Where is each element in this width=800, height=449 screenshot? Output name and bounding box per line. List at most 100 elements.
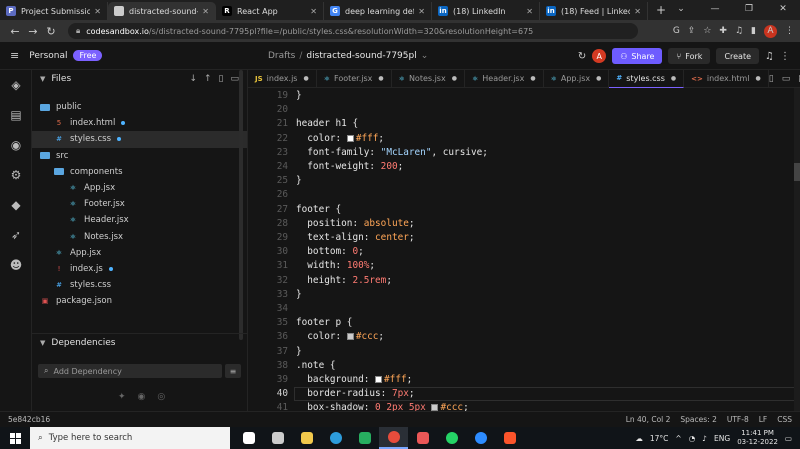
color-swatch[interactable]: [375, 376, 383, 383]
close-tab-dot-icon[interactable]: ●: [596, 75, 601, 82]
file-item[interactable]: ⚛ Header.jsx: [32, 212, 247, 228]
breadcrumb-drafts[interactable]: Drafts: [268, 51, 295, 61]
download-icon[interactable]: ↓: [189, 74, 197, 84]
browser-tab[interactable]: distracted-sound-779 ✕: [108, 2, 216, 20]
clock[interactable]: 11:41 PM 03-12-2022: [737, 429, 778, 447]
profile-avatar[interactable]: A: [764, 24, 777, 38]
browser-tab[interactable]: in (18) Feed | LinkedIn ✕: [540, 2, 648, 20]
taskbar-app-whatsapp[interactable]: [437, 427, 466, 449]
close-tab-icon[interactable]: ✕: [418, 7, 425, 16]
file-item[interactable]: # styles.css: [32, 277, 247, 293]
file-item[interactable]: ▣ package.json: [32, 293, 247, 309]
editor-tab[interactable]: JS index.js ●: [248, 69, 317, 88]
commit-hash[interactable]: 5e842cb16: [8, 415, 50, 424]
browser-tab[interactable]: R React App ✕: [216, 2, 324, 20]
notifications-bell-icon[interactable]: ♫: [765, 51, 774, 62]
file-item[interactable]: ! index.js: [32, 261, 247, 277]
maximize-icon[interactable]: ❐: [732, 0, 766, 20]
new-folder-icon[interactable]: ▭: [230, 74, 239, 84]
github-icon[interactable]: ◆: [0, 190, 32, 220]
editor-scroll-thumb[interactable]: [794, 163, 800, 181]
close-tab-icon[interactable]: ✕: [634, 7, 641, 16]
fork-button[interactable]: ⑂ Fork: [668, 48, 711, 64]
taskbar-app-chrome[interactable]: [379, 427, 408, 449]
cube-icon[interactable]: ◈: [0, 70, 32, 100]
browser-tab[interactable]: in (18) LinkedIn ✕: [432, 2, 540, 20]
chevron-down-icon[interactable]: ⌄: [664, 0, 698, 20]
github-icon[interactable]: ◉: [138, 392, 146, 402]
close-tab-dot-icon[interactable]: ●: [671, 75, 676, 82]
close-tab-dot-icon[interactable]: ●: [303, 75, 308, 82]
input-language[interactable]: ENG: [714, 434, 730, 443]
file-item[interactable]: 5 index.html: [32, 115, 247, 131]
sidebar-scrollbar[interactable]: [239, 70, 243, 340]
browser-tab[interactable]: Gdeep learning definiti ✕: [324, 2, 432, 20]
folder-item[interactable]: public: [32, 99, 247, 115]
close-tab-icon[interactable]: ✕: [310, 7, 317, 16]
new-file-icon[interactable]: ▯: [219, 74, 224, 84]
editor-tab[interactable]: ⚛ Header.jsx ●: [465, 69, 544, 88]
close-tab-icon[interactable]: ✕: [526, 7, 533, 16]
temperature[interactable]: 17°C: [650, 434, 669, 443]
settings-gear-icon[interactable]: ⚙: [0, 160, 32, 190]
browser-tab[interactable]: P Project Submission Fo ✕: [0, 2, 108, 20]
media-control-icon[interactable]: ♫: [735, 26, 743, 36]
close-tab-icon[interactable]: ✕: [202, 7, 209, 16]
close-tab-dot-icon[interactable]: ●: [530, 75, 535, 82]
editor-tab[interactable]: <> index.html ●: [684, 69, 769, 88]
chevron-down-icon[interactable]: ⌄: [421, 51, 429, 61]
close-tab-dot-icon[interactable]: ●: [378, 75, 383, 82]
back-icon[interactable]: ←: [6, 25, 24, 38]
volume-icon[interactable]: ♪: [702, 434, 707, 443]
taskbar-app-brave[interactable]: [495, 427, 524, 449]
file-item[interactable]: ⚛ App.jsx: [32, 245, 247, 261]
live-users-icon[interactable]: ☻: [0, 250, 32, 280]
more-menu-icon[interactable]: ⋮: [785, 26, 794, 36]
taskbar-app-task-view[interactable]: [234, 427, 263, 449]
close-tab-dot-icon[interactable]: ●: [756, 75, 761, 82]
network-icon[interactable]: ◔: [689, 434, 696, 443]
language-mode[interactable]: CSS: [777, 415, 792, 424]
workspace-name[interactable]: Personal: [29, 51, 67, 61]
search-icon[interactable]: ◉: [0, 130, 32, 160]
notification-icon[interactable]: ▭: [785, 434, 792, 443]
discord-icon[interactable]: ◎: [157, 392, 165, 402]
taskbar-app-file-explorer[interactable]: [292, 427, 321, 449]
more-options-icon[interactable]: ⋮: [780, 51, 790, 62]
taskbar-app-media[interactable]: [408, 427, 437, 449]
color-swatch[interactable]: [346, 333, 354, 341]
file-item[interactable]: ⚛ Footer.jsx: [32, 196, 247, 212]
cursor-position[interactable]: Ln 40, Col 2: [626, 415, 671, 424]
side-panel-icon[interactable]: ▮: [751, 26, 756, 36]
preview-icon[interactable]: ▭: [782, 74, 791, 84]
minimize-icon[interactable]: —: [698, 0, 732, 20]
color-swatch[interactable]: [346, 134, 354, 142]
extensions-icon[interactable]: ✚: [719, 26, 727, 36]
file-item[interactable]: # styles.css: [32, 131, 247, 148]
sandbox-name[interactable]: distracted-sound-7795pl: [306, 51, 416, 61]
dependency-list-icon[interactable]: ≡: [225, 364, 241, 378]
file-item[interactable]: ⚛ App.jsx: [32, 180, 247, 196]
folder-item[interactable]: components: [32, 164, 247, 180]
bookmark-star-icon[interactable]: ☆: [703, 26, 711, 36]
file-item[interactable]: ⚛ Notes.jsx: [32, 229, 247, 245]
folder-item[interactable]: src: [32, 148, 247, 164]
editor-scrollbar[interactable]: [794, 88, 800, 411]
create-button[interactable]: Create: [716, 48, 760, 64]
split-editor-icon[interactable]: ▯: [769, 74, 774, 84]
dependencies-header[interactable]: ▼ Dependencies: [32, 334, 248, 352]
editor-tab[interactable]: ⚛ Footer.jsx ●: [317, 69, 392, 88]
files-header[interactable]: ▼ Files ↓ ↑ ▯ ▭: [32, 70, 247, 88]
windows-start-icon[interactable]: [0, 427, 30, 449]
color-swatch[interactable]: [431, 404, 439, 411]
line-ending[interactable]: LF: [759, 415, 768, 424]
reload-icon[interactable]: ↻: [42, 25, 60, 38]
close-tab-icon[interactable]: ✕: [94, 7, 101, 16]
forward-icon[interactable]: →: [24, 25, 42, 38]
editor-tab[interactable]: ⚛ App.jsx ●: [544, 69, 610, 88]
taskbar-app-store[interactable]: [350, 427, 379, 449]
taskbar-app-widgets[interactable]: [263, 427, 292, 449]
file-explorer-icon[interactable]: ▤: [0, 100, 32, 130]
user-avatar[interactable]: A: [592, 49, 607, 63]
close-icon[interactable]: ✕: [766, 0, 800, 20]
